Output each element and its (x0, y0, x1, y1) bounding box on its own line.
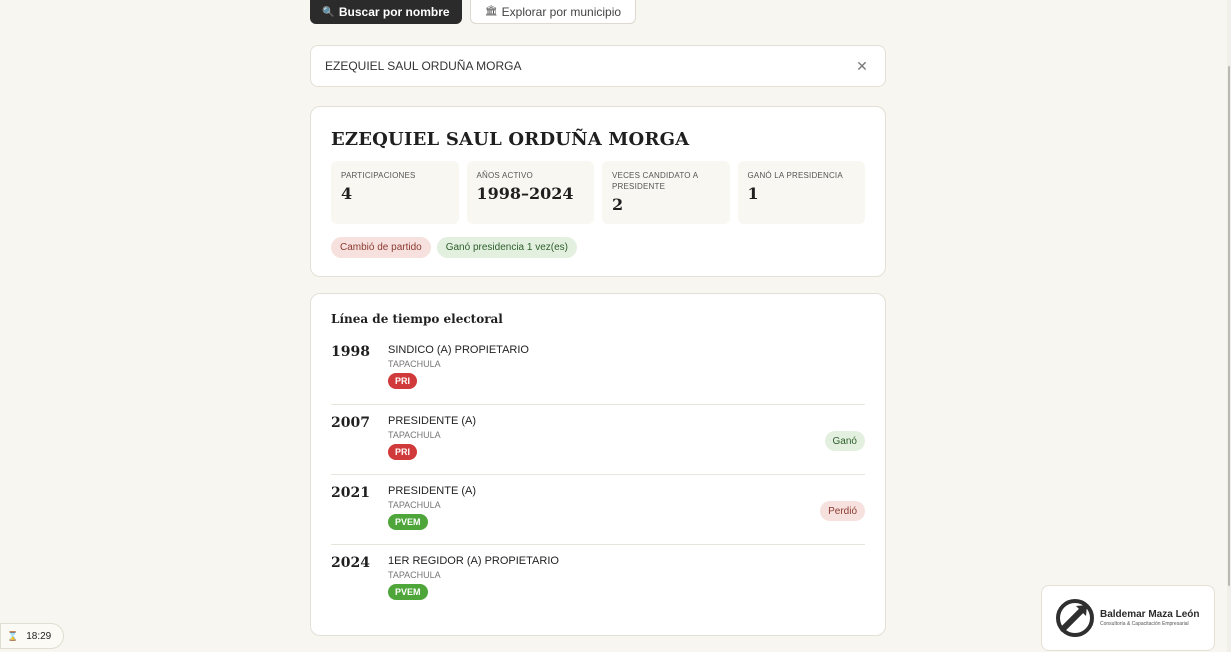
entry-info: SINDICO (A) PROPIETARIO TAPACHULA PRI (388, 344, 865, 404)
party-badge: PVEM (388, 584, 428, 600)
stat-label: VECES CANDIDATO A PRESIDENTE (612, 171, 698, 191)
clock-time: 18:29 (26, 630, 52, 642)
brand-logo-card[interactable]: Baldemar Maza León Consultoría & Capacit… (1041, 585, 1215, 651)
clock-widget: ⌛ 18:29 (0, 623, 64, 649)
brand-tagline: Consultoría & Capacitación Empresarial (1100, 621, 1189, 627)
arrow-logo-icon (1056, 599, 1094, 637)
party-badge: PRI (388, 444, 418, 460)
brand-text: Baldemar Maza León Consultoría & Capacit… (1100, 609, 1199, 627)
timeline-entry: 2021 PRESIDENTE (A) TAPACHULA PVEM Perdi… (331, 474, 865, 544)
stat-years-active: AÑOS ACTIVO 1998–2024 (466, 161, 594, 224)
clear-search-button[interactable]: ✕ (853, 57, 871, 75)
stat-label: AÑOS ACTIVO (476, 171, 533, 180)
entry-place: TAPACHULA (388, 500, 441, 510)
stat-value: 1 (747, 184, 759, 203)
timeline-title: Línea de tiempo electoral (331, 312, 503, 326)
badge-party-change: Cambió de partido (331, 237, 431, 258)
candidate-name: EZEQUIEL SAUL ORDUÑA MORGA (331, 129, 690, 150)
entry-place: TAPACHULA (388, 570, 441, 580)
entry-info: PRESIDENTE (A) TAPACHULA PRI (388, 415, 865, 474)
badge-presidency-wins: Ganó presidencia 1 vez(es) (436, 237, 578, 258)
entry-position: PRESIDENTE (A) (388, 485, 477, 497)
tab-explore-label: Explorar por municipio (501, 4, 622, 19)
entry-position: 1ER REGIDOR (A) PROPIETARIO (388, 555, 559, 567)
search-box: ✕ (310, 45, 886, 87)
tab-search-by-name[interactable]: 🔍 Buscar por nombre (310, 0, 462, 24)
entry-place: TAPACHULA (388, 430, 441, 440)
stat-presidency-wins: GANÓ LA PRESIDENCIA 1 (737, 161, 865, 224)
stat-value: 1998–2024 (476, 184, 574, 203)
entry-position: SINDICO (A) PROPIETARIO (388, 344, 529, 356)
entry-info: PRESIDENTE (A) TAPACHULA PVEM (388, 485, 865, 544)
stat-participations: PARTICIPACIONES 4 (331, 161, 459, 224)
stat-label: PARTICIPACIONES (341, 171, 416, 180)
stats-row: PARTICIPACIONES 4 AÑOS ACTIVO 1998–2024 … (331, 161, 865, 224)
search-icon: 🔍 (322, 6, 335, 18)
tab-search-label: Buscar por nombre (338, 5, 450, 19)
stat-president-candidacies: VECES CANDIDATO A PRESIDENTE 2 (602, 161, 730, 224)
entry-position: PRESIDENTE (A) (388, 415, 477, 427)
profile-card: EZEQUIEL SAUL ORDUÑA MORGA PARTICIPACION… (310, 106, 886, 277)
mode-tabs: 🔍 Buscar por nombre 🏛 Explorar por munic… (310, 0, 636, 24)
stat-value: 2 (612, 195, 624, 214)
entry-info: 1ER REGIDOR (A) PROPIETARIO TAPACHULA PV… (388, 555, 865, 614)
entry-year: 1998 (331, 344, 370, 360)
stat-value: 4 (341, 184, 353, 203)
party-badge: PVEM (388, 514, 428, 530)
building-icon: 🏛 (484, 6, 498, 17)
close-icon: ✕ (856, 57, 868, 74)
party-badge: PRI (388, 373, 418, 389)
entry-year: 2021 (331, 485, 370, 501)
timeline-card: Línea de tiempo electoral 1998 SINDICO (… (310, 293, 886, 636)
search-input[interactable] (325, 59, 853, 73)
timeline-list: 1998 SINDICO (A) PROPIETARIO TAPACHULA P… (331, 340, 865, 614)
profile-badges: Cambió de partido Ganó presidencia 1 vez… (331, 237, 865, 258)
hourglass-icon: ⌛ (7, 630, 19, 641)
timeline-entry: 2007 PRESIDENTE (A) TAPACHULA PRI Ganó (331, 404, 865, 474)
entry-place: TAPACHULA (388, 359, 441, 369)
entry-year: 2024 (331, 555, 370, 571)
brand-name: Baldemar Maza León (1100, 609, 1200, 620)
timeline-entry: 2024 1ER REGIDOR (A) PROPIETARIO TAPACHU… (331, 544, 865, 614)
result-badge-won: Ganó (824, 431, 865, 451)
scrollbar-thumb[interactable] (1228, 66, 1230, 586)
stat-label: GANÓ LA PRESIDENCIA (747, 171, 843, 180)
timeline-entry: 1998 SINDICO (A) PROPIETARIO TAPACHULA P… (331, 340, 865, 404)
tab-explore-municipality[interactable]: 🏛 Explorar por municipio (470, 0, 636, 24)
entry-year: 2007 (331, 415, 370, 431)
result-badge-lost: Perdió (820, 501, 865, 521)
